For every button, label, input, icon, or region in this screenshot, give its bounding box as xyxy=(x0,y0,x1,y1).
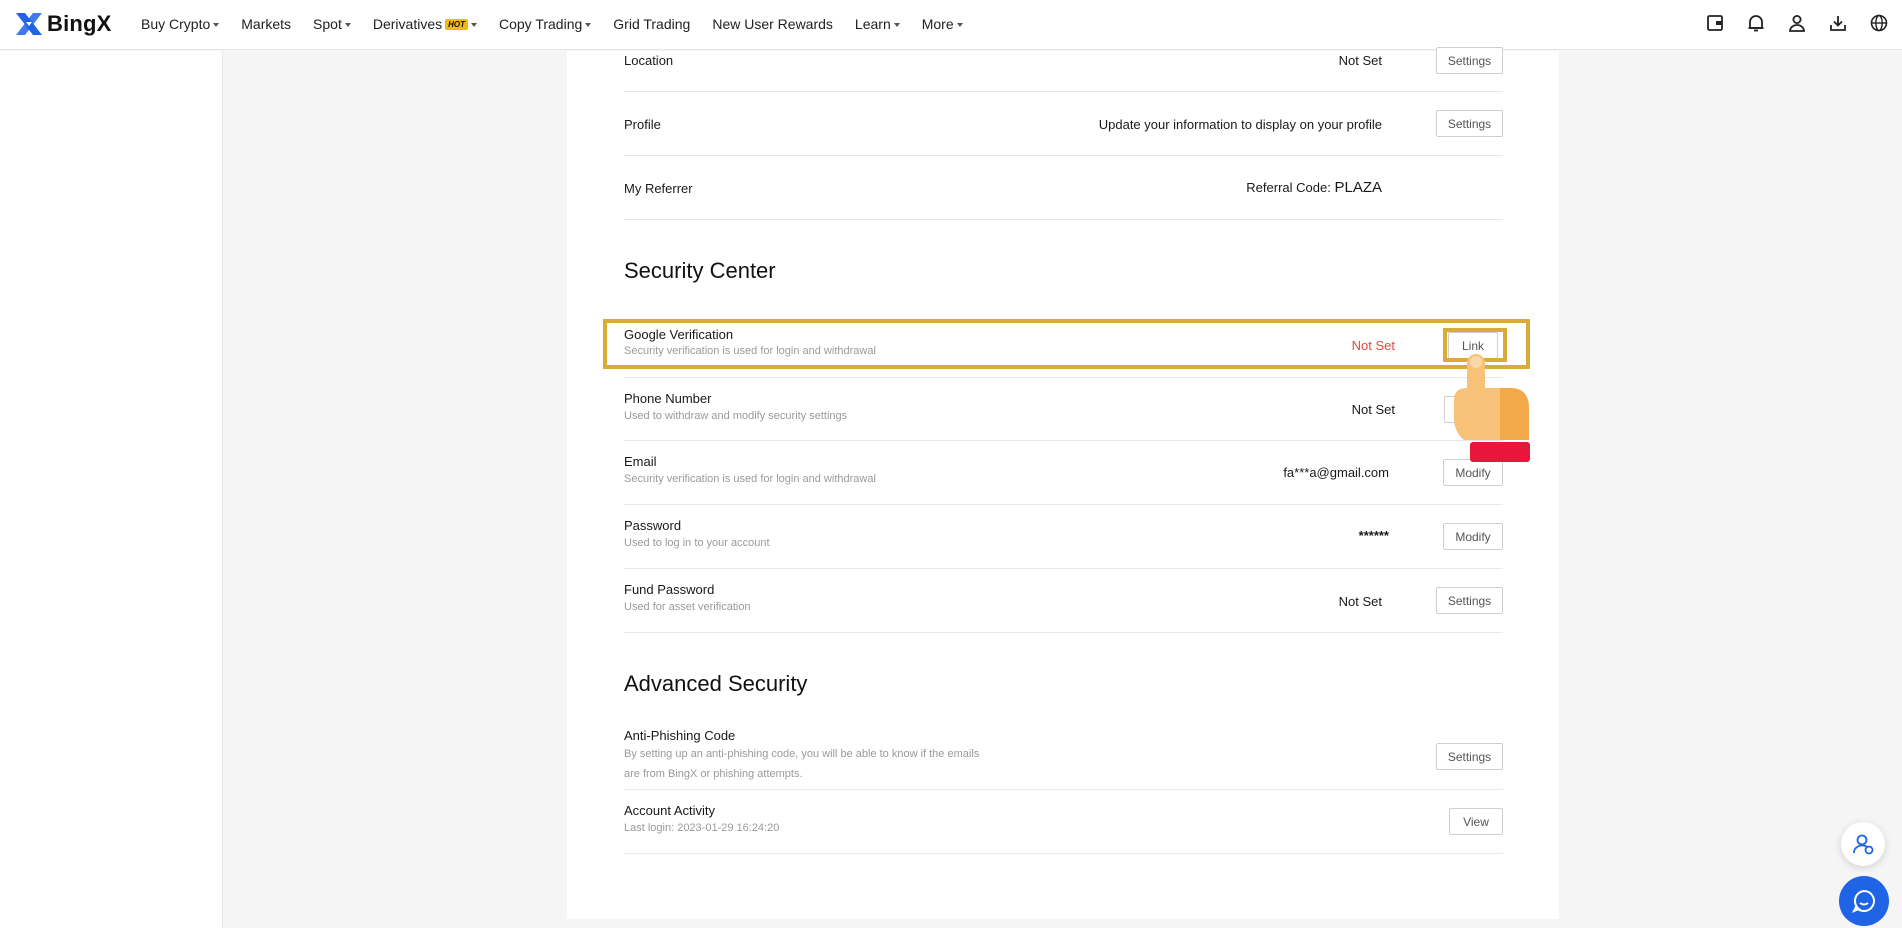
referral-code: Referral Code: PLAZA xyxy=(1246,179,1382,196)
row-description: Used for asset verification xyxy=(624,601,751,613)
nav-label: Spot xyxy=(313,16,342,32)
nav-new-user-rewards[interactable]: New User Rewards xyxy=(712,16,833,32)
nav-grid-trading[interactable]: Grid Trading xyxy=(613,16,690,32)
nav-label: Buy Crypto xyxy=(141,16,211,32)
chevron-down-icon xyxy=(956,22,963,27)
phone-link-button[interactable] xyxy=(1444,396,1498,423)
nav-label: New User Rewards xyxy=(712,16,833,32)
profile-value: Update your information to display on yo… xyxy=(1098,117,1382,132)
email-row: Email Security verification is used for … xyxy=(624,441,1503,505)
location-settings-button[interactable]: Settings xyxy=(1436,47,1503,74)
main-nav: Buy Crypto Markets Spot Derivatives HOT C… xyxy=(141,0,985,48)
bingx-logo-icon xyxy=(16,13,42,35)
top-navigation-bar: BingX Buy Crypto Markets Spot Derivative… xyxy=(0,0,1902,50)
referrer-row: My Referrer Referral Code: PLAZA xyxy=(624,156,1503,220)
referral-code-value: PLAZA xyxy=(1334,179,1382,196)
row-title: Location xyxy=(624,53,674,68)
google-link-button[interactable]: Link xyxy=(1448,332,1498,359)
row-description: Security verification is used for login … xyxy=(624,473,876,485)
referral-code-label: Referral Code: xyxy=(1246,180,1331,195)
nav-label: Derivatives xyxy=(372,16,443,32)
phone-status: Not Set xyxy=(1351,402,1395,417)
support-agent-button[interactable] xyxy=(1841,822,1885,866)
profile-settings-button[interactable]: Settings xyxy=(1436,110,1503,137)
row-title: Email xyxy=(624,454,657,469)
nav-derivatives[interactable]: Derivatives HOT xyxy=(373,16,477,32)
nav-more[interactable]: More xyxy=(922,16,963,32)
fund-password-status: Not Set xyxy=(1338,594,1382,609)
account-activity-row: Account Activity Last login: 2023-01-29 … xyxy=(624,790,1503,854)
nav-label: Learn xyxy=(854,16,891,32)
row-description-line2: are from BingX or phishing attempts. xyxy=(624,768,803,780)
row-title: My Referrer xyxy=(624,181,693,196)
advanced-security-heading: Advanced Security xyxy=(624,671,808,696)
hot-badge: HOT xyxy=(445,18,468,30)
password-row: Password Used to log in to your account … xyxy=(624,505,1503,569)
location-value: Not Set xyxy=(1338,53,1382,68)
password-value: ****** xyxy=(1358,528,1389,543)
row-description-line1: By setting up an anti-phishing code, you… xyxy=(624,748,980,760)
chevron-down-icon xyxy=(471,22,477,27)
email-modify-button[interactable]: Modify xyxy=(1443,459,1503,486)
row-title: Phone Number xyxy=(624,391,712,406)
row-title: Fund Password xyxy=(624,582,715,597)
profile-row: Profile Update your information to displ… xyxy=(624,92,1503,156)
nav-label: Grid Trading xyxy=(613,16,691,32)
chevron-down-icon xyxy=(893,22,900,27)
left-sidebar-area xyxy=(0,51,223,928)
chat-button[interactable] xyxy=(1839,876,1889,926)
location-row: Location Not Set Settings xyxy=(624,47,1503,92)
security-center-heading: Security Center xyxy=(624,258,776,283)
row-description: Security verification is used for login … xyxy=(624,345,876,357)
nav-label: More xyxy=(921,16,954,32)
google-status: Not Set xyxy=(1351,338,1395,353)
download-icon[interactable] xyxy=(1827,12,1849,34)
row-title: Profile xyxy=(624,117,661,132)
anti-phishing-settings-button[interactable]: Settings xyxy=(1436,743,1503,770)
user-icon[interactable] xyxy=(1786,12,1808,34)
nav-label: Copy Trading xyxy=(499,16,583,32)
password-modify-button[interactable]: Modify xyxy=(1443,523,1503,550)
nav-buy-crypto[interactable]: Buy Crypto xyxy=(141,16,220,32)
agent-icon xyxy=(1853,834,1874,855)
google-verification-row: Google Verification Security verificatio… xyxy=(624,320,1503,377)
anti-phishing-row: Anti-Phishing Code By setting up an anti… xyxy=(624,725,1503,790)
row-title: Anti-Phishing Code xyxy=(624,728,736,743)
brand-name: BingX xyxy=(47,11,112,36)
bingx-logo[interactable]: BingX xyxy=(14,11,112,37)
fund-password-row: Fund Password Used for asset verificatio… xyxy=(624,569,1503,633)
globe-icon[interactable] xyxy=(1868,12,1890,34)
phone-number-row: Phone Number Used to withdraw and modify… xyxy=(624,377,1503,441)
row-title: Google Verification xyxy=(624,327,734,342)
nav-markets[interactable]: Markets xyxy=(241,16,291,32)
row-description: Used to log in to your account xyxy=(624,537,770,549)
nav-learn[interactable]: Learn xyxy=(855,16,900,32)
row-description: Last login: 2023-01-29 16:24:20 xyxy=(624,822,780,834)
row-description: Used to withdraw and modify security set… xyxy=(624,410,848,422)
chevron-down-icon xyxy=(585,22,592,27)
row-title: Account Activity xyxy=(624,803,716,818)
chevron-down-icon xyxy=(213,22,220,27)
nav-spot[interactable]: Spot xyxy=(313,16,351,32)
header-actions xyxy=(1685,12,1890,34)
bell-icon[interactable] xyxy=(1745,12,1767,34)
row-title: Password xyxy=(624,518,682,533)
nav-label: Markets xyxy=(241,16,292,32)
wallet-icon[interactable] xyxy=(1704,12,1726,34)
email-value: fa***a@gmail.com xyxy=(1283,465,1389,480)
fund-password-settings-button[interactable]: Settings xyxy=(1436,587,1503,614)
chevron-down-icon xyxy=(344,22,351,27)
account-activity-view-button[interactable]: View xyxy=(1449,808,1503,835)
chat-icon xyxy=(1851,889,1875,913)
nav-copy-trading[interactable]: Copy Trading xyxy=(499,16,592,32)
